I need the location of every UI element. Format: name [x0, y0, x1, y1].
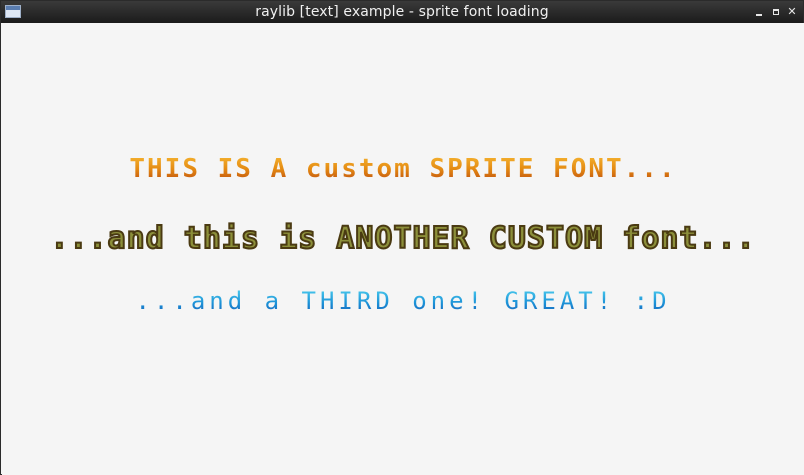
- sprite-font-text-2: ...and this is ANOTHER CUSTOM font...: [49, 220, 756, 257]
- close-icon: ✕: [787, 5, 797, 18]
- maximize-icon: [773, 9, 779, 15]
- minimize-icon: [756, 14, 762, 16]
- close-button[interactable]: ✕: [786, 6, 798, 18]
- sprite-font-text-1: THIS IS A custom SPRITE FONT...: [2, 154, 804, 184]
- maximize-button[interactable]: [770, 6, 782, 18]
- minimize-button[interactable]: [753, 6, 765, 18]
- render-canvas: THIS IS A custom SPRITE FONT... ...and t…: [2, 23, 804, 475]
- sprite-font-text-3: ...and a THIRD one! GREAT! :D: [2, 287, 804, 315]
- title-bar[interactable]: raylib [text] example - sprite font load…: [1, 1, 803, 23]
- app-window: raylib [text] example - sprite font load…: [0, 0, 804, 475]
- window-title: raylib [text] example - sprite font load…: [255, 4, 549, 20]
